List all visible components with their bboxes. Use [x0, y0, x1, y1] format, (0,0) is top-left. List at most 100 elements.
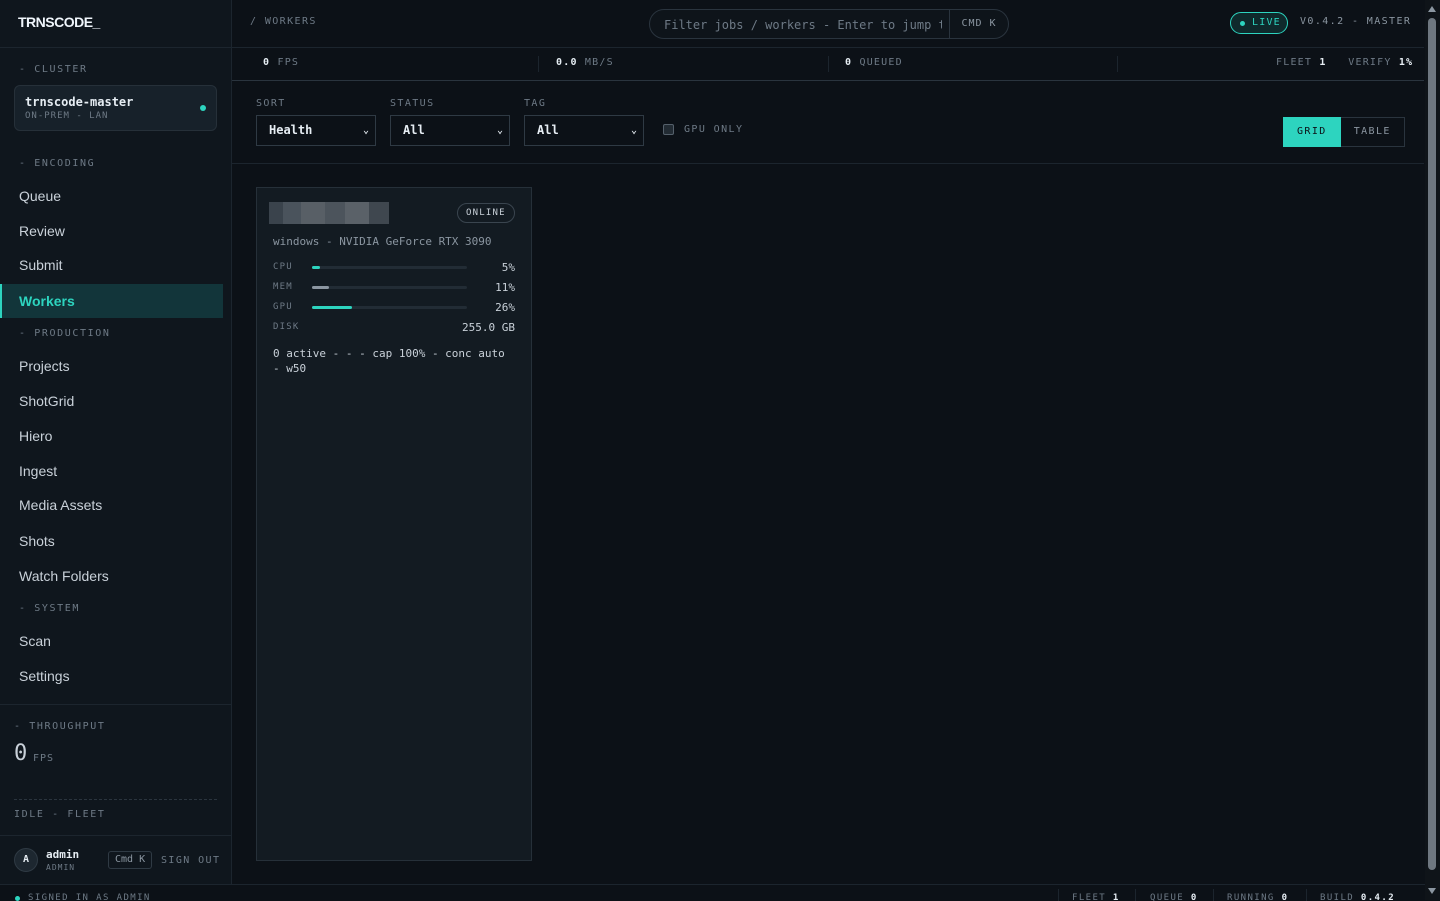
mem-value: 11% [495, 281, 515, 294]
status-footer: SIGNED IN AS ADMIN FLEET 1 QUEUE 0 RUNNI… [0, 884, 1425, 901]
cluster-section-label: - CLUSTER [19, 64, 88, 75]
sidebar-item-shotgrid[interactable]: ShotGrid [0, 384, 223, 418]
stats-strip: 0 FPS 0.0 MB/S 0 QUEUED FLEET 1 VERIFY 1… [232, 48, 1424, 81]
search-box: CMD K [649, 9, 1009, 39]
mem-label: MEM [273, 282, 293, 292]
cpu-value: 5% [501, 261, 515, 274]
stat-verify-value: 1% [1398, 57, 1414, 68]
stat-fps-unit: FPS [277, 57, 300, 68]
footer-divider [1213, 889, 1214, 901]
brand-logo[interactable]: TRNSCODE_ [18, 14, 100, 30]
session-dot-icon [15, 896, 20, 901]
sidebar-item-submit[interactable]: Submit [0, 248, 223, 282]
tag-label: TAG [524, 98, 547, 109]
sidebar-item-shots[interactable]: Shots [0, 524, 223, 558]
table-view-button[interactable]: TABLE [1340, 117, 1405, 147]
search-shortcut-badge: CMD K [949, 10, 1008, 38]
sidebar-item-watch-folders[interactable]: Watch Folders [0, 559, 223, 593]
tag-select[interactable]: All ⌄ [524, 115, 644, 146]
stat-divider [1117, 56, 1118, 72]
cluster-selector[interactable]: trnscode-master ON-PREM - LAN [14, 85, 217, 131]
dashed-divider [14, 799, 217, 800]
cpu-bar [312, 266, 467, 269]
sidebar-item-settings[interactable]: Settings [0, 659, 223, 693]
stat-divider [538, 56, 539, 72]
encoding-section-label: - ENCODING [19, 158, 96, 169]
chevron-down-icon: ⌄ [362, 125, 369, 136]
sidebar-item-ingest[interactable]: Ingest [0, 454, 223, 488]
sidebar-divider [0, 835, 231, 836]
live-label: LIVE [1252, 17, 1281, 28]
version-label: V0.4.2 - MASTER [1300, 16, 1412, 27]
status-select[interactable]: All ⌄ [390, 115, 510, 146]
disk-value: 255.0 GB [462, 321, 515, 334]
footer-divider [1135, 889, 1136, 901]
stat-fps-value: 0 [263, 57, 271, 68]
sign-out-button[interactable]: SIGN OUT [161, 855, 220, 866]
status-label: STATUS [390, 98, 435, 109]
worker-summary: 0 active - - - cap 100% - conc auto - w5… [273, 347, 505, 375]
stat-mbs-value: 0.0 [556, 57, 578, 68]
grid-view-button[interactable]: GRID [1283, 117, 1341, 147]
live-status-badge[interactable]: LIVE [1230, 12, 1288, 34]
sidebar-item-review[interactable]: Review [0, 214, 223, 248]
redacted-worker-name [269, 202, 389, 224]
fleet-idle-status: IDLE - FLEET [14, 809, 106, 820]
user-role: ADMIN [46, 863, 76, 872]
throughput-unit: FPS [33, 753, 55, 764]
mem-bar-fill [312, 286, 330, 289]
gpu-value: 26% [495, 301, 515, 314]
sort-label: SORT [256, 98, 286, 109]
page-scrollbar[interactable] [1425, 0, 1440, 900]
cluster-subtitle: ON-PREM - LAN [25, 111, 109, 121]
command-palette-shortcut[interactable]: Cmd K [108, 851, 153, 869]
footer-divider [1306, 889, 1307, 901]
stat-divider [828, 56, 829, 72]
scroll-down-icon[interactable] [1428, 888, 1436, 894]
user-name: admin [46, 848, 80, 861]
status-dot-icon [200, 105, 206, 111]
sidebar-item-hiero[interactable]: Hiero [0, 419, 223, 453]
stat-throughput: 0.0 MB/S [556, 57, 614, 68]
gpu-label: GPU [273, 302, 293, 312]
view-toggle: GRID TABLE [1283, 117, 1405, 147]
sidebar-item-queue[interactable]: Queue [0, 179, 223, 213]
breadcrumb: / WORKERS [250, 16, 317, 27]
scrollbar-thumb[interactable] [1428, 18, 1436, 870]
sidebar-divider [0, 704, 231, 705]
stat-verify-label: VERIFY [1348, 57, 1392, 68]
stat-mbs-unit: MB/S [584, 57, 614, 68]
sort-value: Health [269, 123, 313, 137]
gpu-only-checkbox[interactable] [663, 124, 674, 135]
sidebar-item-scan[interactable]: Scan [0, 624, 223, 658]
production-section-label: - PRODUCTION [19, 328, 111, 339]
sort-select[interactable]: Health ⌄ [256, 115, 376, 146]
stat-fleet-value: 1 [1319, 57, 1327, 68]
top-bar: / WORKERS CMD K LIVE V0.4.2 - MASTER [232, 0, 1424, 48]
sidebar: TRNSCODE_ - CLUSTER trnscode-master ON-P… [0, 0, 232, 884]
sidebar-item-workers[interactable]: Workers [0, 284, 223, 318]
mem-bar [312, 286, 467, 289]
footer-divider [1058, 889, 1059, 901]
stat-fleet-label: FLEET [1276, 57, 1313, 68]
system-section-label: - SYSTEM [19, 603, 80, 614]
chevron-down-icon: ⌄ [496, 125, 503, 136]
avatar[interactable]: A [14, 848, 38, 872]
gpu-only-label[interactable]: GPU ONLY [684, 124, 743, 135]
search-input[interactable] [662, 16, 944, 34]
throughput-label: - THROUGHPUT [14, 721, 106, 732]
disk-label: DISK [273, 322, 300, 332]
sidebar-item-media-assets[interactable]: Media Assets [0, 488, 223, 522]
worker-system-info: windows - NVIDIA GeForce RTX 3090 [273, 235, 492, 248]
throughput-value: 0 [14, 741, 28, 766]
stat-fleet-verify: FLEET 1 VERIFY 1% [1276, 57, 1413, 68]
gpu-bar [312, 306, 467, 309]
stat-queued-unit: QUEUED [859, 57, 903, 68]
stat-fps: 0 FPS [263, 57, 299, 68]
stat-queued: 0 QUEUED [845, 57, 903, 68]
scroll-up-icon[interactable] [1428, 6, 1436, 12]
sidebar-item-projects[interactable]: Projects [0, 349, 223, 383]
cluster-name: trnscode-master [25, 95, 134, 109]
filter-bar: SORT Health ⌄ STATUS All ⌄ TAG All ⌄ GPU… [232, 81, 1424, 164]
worker-card[interactable]: ONLINE windows - NVIDIA GeForce RTX 3090… [256, 187, 532, 861]
